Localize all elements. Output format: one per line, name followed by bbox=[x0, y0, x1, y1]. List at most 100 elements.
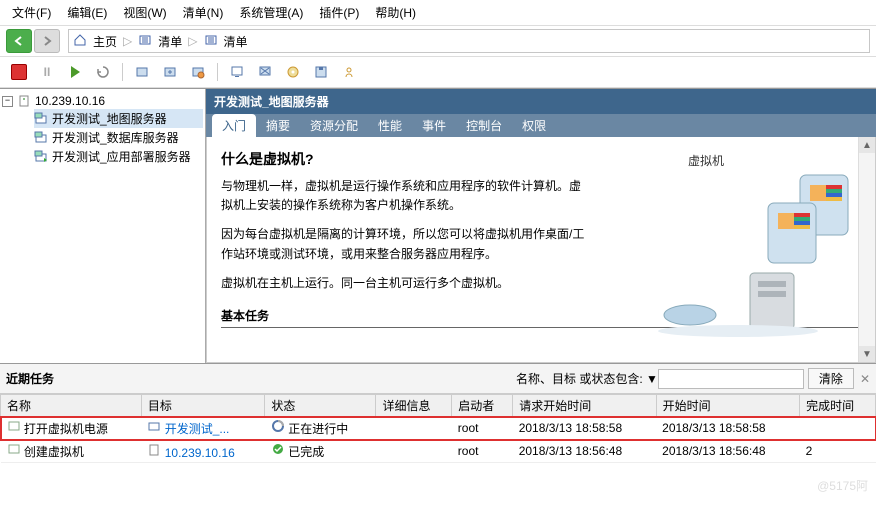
reset-button[interactable] bbox=[90, 60, 116, 84]
crumb-sep-icon: ▷ bbox=[188, 34, 197, 48]
detail-pane: 开发测试_地图服务器 入门 摘要 资源分配 性能 事件 控制台 权限 什么是虚拟… bbox=[206, 89, 876, 363]
col-reqtime[interactable]: 请求开始时间 bbox=[513, 395, 656, 417]
menu-edit[interactable]: 编辑(E) bbox=[59, 2, 115, 23]
getting-started-panel: 什么是虚拟机? 与物理机一样，虚拟机是运行操作系统和应用程序的软件计算机。虚拟机… bbox=[206, 137, 876, 363]
tree-vm2-label: 开发测试_数据库服务器 bbox=[52, 129, 179, 146]
floppy-button[interactable] bbox=[308, 60, 334, 84]
success-icon bbox=[271, 442, 285, 456]
tab-resource[interactable]: 资源分配 bbox=[300, 114, 368, 137]
tasks-table: 名称 目标 状态 详细信息 启动者 请求开始时间 开始时间 完成时间 打开虚拟机… bbox=[0, 394, 876, 463]
col-status[interactable]: 状态 bbox=[265, 395, 376, 417]
menu-inventory[interactable]: 清单(N) bbox=[175, 2, 232, 23]
inventory-icon bbox=[204, 33, 218, 50]
menu-help[interactable]: 帮助(H) bbox=[367, 2, 424, 23]
cell-initiator: root bbox=[452, 417, 513, 440]
table-row[interactable]: 打开虚拟机电源 开发测试_... 正在进行中 root 2018/3/13 18… bbox=[1, 417, 876, 440]
menu-admin[interactable]: 系统管理(A) bbox=[231, 2, 311, 23]
panel-para2: 因为每台虚拟机是隔离的计算环境，所以您可以将虚拟机用作桌面/工作站环境或测试环境… bbox=[221, 225, 591, 263]
home-icon[interactable] bbox=[73, 33, 87, 50]
inventory-tree: − 10.239.10.16 开发测试_地图服务器 开发测试_数据库服务器 开发… bbox=[0, 89, 206, 363]
network-button[interactable] bbox=[336, 60, 362, 84]
cell-name: 打开虚拟机电源 bbox=[24, 422, 108, 436]
col-name[interactable]: 名称 bbox=[1, 395, 142, 417]
clear-button[interactable]: 清除 bbox=[808, 368, 854, 389]
cell-starttime: 2018/3/13 18:56:48 bbox=[656, 440, 799, 463]
navigation-toolbar: 主页 ▷ 清单 ▷ 清单 bbox=[0, 26, 876, 57]
cell-target[interactable]: 10.239.10.16 bbox=[165, 446, 235, 460]
filter-label: 名称、目标 或状态包含: ▼ bbox=[516, 370, 658, 387]
scroll-down-icon[interactable]: ▼ bbox=[859, 346, 875, 362]
vm-icon bbox=[34, 112, 48, 126]
cell-initiator: root bbox=[452, 440, 513, 463]
action-toolbar: II bbox=[0, 57, 876, 88]
snapshot-take-button[interactable] bbox=[129, 60, 155, 84]
watermark: @5175阿 bbox=[817, 477, 868, 494]
vm-settings-button[interactable] bbox=[224, 60, 250, 84]
cd-button[interactable] bbox=[280, 60, 306, 84]
cell-detail bbox=[376, 440, 452, 463]
col-starttime[interactable]: 开始时间 bbox=[656, 395, 799, 417]
menu-file[interactable]: 文件(F) bbox=[4, 2, 59, 23]
cell-target[interactable]: 开发测试_... bbox=[165, 422, 230, 436]
host-icon bbox=[17, 94, 31, 108]
panel-para1: 与物理机一样，虚拟机是运行操作系统和应用程序的软件计算机。虚拟机上安装的操作系统… bbox=[221, 177, 591, 215]
cell-status: 已完成 bbox=[288, 445, 324, 459]
scroll-up-icon[interactable]: ▲ bbox=[859, 137, 875, 153]
cell-name: 创建虚拟机 bbox=[24, 445, 84, 459]
toolbar-separator bbox=[217, 63, 218, 81]
tab-performance[interactable]: 性能 bbox=[368, 114, 412, 137]
cell-status: 正在进行中 bbox=[288, 422, 348, 436]
stop-button[interactable] bbox=[6, 60, 32, 84]
pause-button[interactable]: II bbox=[34, 60, 60, 84]
collapse-icon[interactable]: − bbox=[2, 96, 13, 107]
task-icon bbox=[7, 442, 21, 456]
crumb-sep-icon: ▷ bbox=[123, 34, 132, 48]
cell-endtime bbox=[800, 417, 876, 440]
panel-para3: 虚拟机在主机上运行。同一台主机可运行多个虚拟机。 bbox=[221, 274, 591, 293]
filter-input[interactable] bbox=[658, 369, 804, 389]
tree-vm1-label: 开发测试_地图服务器 bbox=[52, 110, 167, 127]
back-button[interactable] bbox=[6, 29, 32, 53]
col-detail[interactable]: 详细信息 bbox=[376, 395, 452, 417]
menu-view[interactable]: 视图(W) bbox=[115, 2, 174, 23]
cell-detail bbox=[376, 417, 452, 440]
vm-icon bbox=[147, 419, 161, 433]
cell-reqtime: 2018/3/13 18:58:58 bbox=[513, 417, 656, 440]
console-button[interactable] bbox=[252, 60, 278, 84]
cell-reqtime: 2018/3/13 18:56:48 bbox=[513, 440, 656, 463]
progress-icon bbox=[271, 419, 285, 433]
host-icon bbox=[147, 443, 161, 457]
tab-permissions[interactable]: 权限 bbox=[512, 114, 556, 137]
tree-vm1[interactable]: 开发测试_地图服务器 bbox=[34, 109, 203, 128]
col-initiator[interactable]: 启动者 bbox=[452, 395, 513, 417]
panel-scrollbar[interactable]: ▲ ▼ bbox=[858, 137, 875, 362]
play-button[interactable] bbox=[62, 60, 88, 84]
menu-plugin[interactable]: 插件(P) bbox=[311, 2, 367, 23]
snapshot-manage-button[interactable] bbox=[185, 60, 211, 84]
crumb-inv1[interactable]: 清单 bbox=[158, 33, 182, 50]
inventory-icon bbox=[138, 33, 152, 50]
tree-root[interactable]: − 10.239.10.16 bbox=[2, 93, 203, 109]
cell-starttime: 2018/3/13 18:58:58 bbox=[656, 417, 799, 440]
crumb-home[interactable]: 主页 bbox=[93, 33, 117, 50]
detail-tabs: 入门 摘要 资源分配 性能 事件 控制台 权限 bbox=[206, 114, 876, 137]
detail-title: 开发测试_地图服务器 bbox=[206, 89, 876, 114]
table-header-row: 名称 目标 状态 详细信息 启动者 请求开始时间 开始时间 完成时间 bbox=[1, 395, 876, 417]
forward-button[interactable] bbox=[34, 29, 60, 53]
vm-running-icon bbox=[34, 150, 48, 164]
crumb-inv2[interactable]: 清单 bbox=[224, 33, 248, 50]
tab-summary[interactable]: 摘要 bbox=[256, 114, 300, 137]
col-target[interactable]: 目标 bbox=[141, 395, 265, 417]
col-endtime[interactable]: 完成时间 bbox=[800, 395, 876, 417]
tree-root-label: 10.239.10.16 bbox=[35, 94, 105, 108]
table-row[interactable]: 创建虚拟机 10.239.10.16 已完成 root 2018/3/13 18… bbox=[1, 440, 876, 463]
basic-tasks-heading: 基本任务 bbox=[221, 307, 861, 328]
tab-console[interactable]: 控制台 bbox=[456, 114, 512, 137]
tree-vm2[interactable]: 开发测试_数据库服务器 bbox=[34, 128, 203, 147]
tab-events[interactable]: 事件 bbox=[412, 114, 456, 137]
snapshot-revert-button[interactable] bbox=[157, 60, 183, 84]
tree-vm3[interactable]: 开发测试_应用部署服务器 bbox=[34, 147, 203, 166]
breadcrumb: 主页 ▷ 清单 ▷ 清单 bbox=[68, 29, 870, 53]
close-tasks-icon[interactable]: ✕ bbox=[860, 372, 870, 386]
tab-getting-started[interactable]: 入门 bbox=[212, 114, 256, 137]
